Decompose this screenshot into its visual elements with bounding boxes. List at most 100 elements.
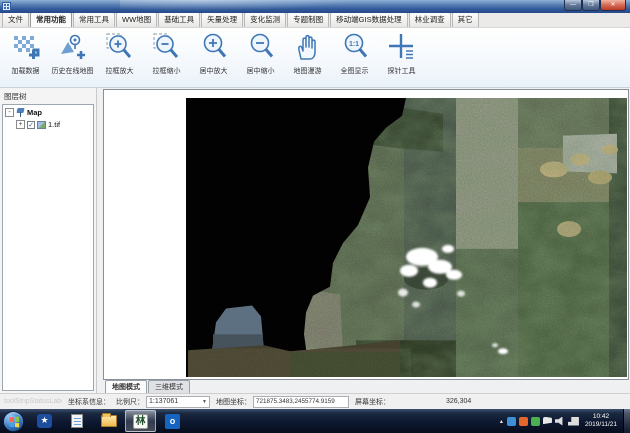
minimize-button[interactable]: — [564, 0, 582, 11]
map-node-icon [16, 108, 25, 117]
screen-coord-value: 326,304 [446, 398, 471, 405]
scale-dropdown[interactable]: 1:137061 ▼ [146, 396, 210, 408]
taskbar-app-explorer[interactable] [93, 410, 124, 432]
tray-input-method-icon[interactable] [519, 417, 528, 426]
status-bar: toolStripStatusLabel1 坐标系信息： 比例尺： 1:1370… [0, 393, 630, 409]
tool-label: 加载数据 [12, 66, 40, 76]
taskbar-app-document[interactable] [61, 410, 92, 432]
system-tray: ▴ 10:42 2019/11/21 [500, 409, 630, 433]
scale-value: 1:137061 [149, 398, 178, 405]
tab-map-mode[interactable]: 地图模式 [105, 380, 147, 393]
satellite-raster [104, 90, 628, 379]
main-area: 图层树 - Map + ✓ 1.tif [0, 88, 630, 393]
layer-tree[interactable]: - Map + ✓ 1.tif [2, 104, 94, 391]
tab-common-tools[interactable]: 常用工具 [73, 12, 115, 27]
taskbar-clock[interactable]: 10:42 2019/11/21 [585, 413, 617, 429]
taskbar-app-star[interactable]: ★ [29, 410, 60, 432]
tree-node-map[interactable]: - Map [5, 108, 91, 117]
clock-date: 2019/11/21 [585, 421, 617, 429]
tab-change-monitoring[interactable]: 变化监测 [244, 12, 286, 27]
load-data-icon [11, 32, 41, 64]
taskbar-app-o[interactable]: o [157, 410, 188, 432]
start-button[interactable] [3, 411, 24, 432]
document-icon [71, 414, 83, 428]
layer-panel: 图层树 - Map + ✓ 1.tif [0, 88, 97, 393]
chevron-down-icon[interactable]: ▼ [202, 399, 207, 405]
collapse-icon[interactable]: - [5, 108, 14, 117]
tab-mobile-gis-processing[interactable]: 移动端GIS数据处理 [330, 12, 407, 27]
tab-common-functions[interactable]: 常用功能 [30, 12, 72, 27]
center-zoom-out-button[interactable]: 居中缩小 [237, 30, 284, 87]
tree-node-label: Map [27, 108, 42, 117]
network-icon[interactable] [568, 417, 579, 426]
taskbar-app-gis[interactable]: 林 [125, 410, 156, 432]
ribbon-tab-bar: 文件 常用功能 常用工具 WW地图 基础工具 矢量处理 变化监测 专题制图 移动… [0, 13, 630, 28]
scale-label: 比例尺： [116, 397, 144, 407]
tab-basic-tools[interactable]: 基础工具 [158, 12, 200, 27]
box-zoom-in-icon [105, 32, 135, 64]
expand-icon[interactable]: + [16, 120, 25, 129]
coord-sys-label: 坐标系信息： [68, 397, 110, 407]
tool-label: 居中缩小 [247, 66, 275, 76]
maximize-button[interactable]: ❐ [582, 0, 600, 11]
title-bar: — ❐ ✕ [0, 0, 630, 13]
full-extent-button[interactable]: 1:1 全图显示 [331, 30, 378, 87]
history-online-map-icon [58, 32, 88, 64]
pan-button[interactable]: 地图漫游 [284, 30, 331, 87]
tool-label: 居中放大 [200, 66, 228, 76]
folder-icon [101, 415, 117, 427]
probe-icon [387, 32, 417, 64]
layer-checkbox[interactable]: ✓ [27, 121, 35, 129]
windows-logo-icon [9, 416, 19, 427]
tool-label: 历史在线地图 [52, 66, 94, 76]
forestry-app-icon: 林 [133, 414, 148, 429]
full-extent-icon: 1:1 [340, 32, 370, 64]
tool-label: 地图漫游 [294, 66, 322, 76]
map-coord-label: 地图坐标： [216, 397, 251, 407]
tool-label: 探针工具 [388, 66, 416, 76]
tab-vector-processing[interactable]: 矢量处理 [201, 12, 243, 27]
svg-text:1:1: 1:1 [348, 41, 358, 48]
windows-taskbar: ★ 林 o ▴ 10:42 2019/11/21 [0, 409, 630, 433]
app-window-icon [2, 2, 11, 11]
action-center-flag-icon[interactable] [543, 417, 552, 426]
hidden-icons-arrow[interactable]: ▴ [500, 418, 503, 425]
tree-node-label: 1.tif [48, 120, 60, 129]
tool-label: 全图显示 [341, 66, 369, 76]
star-bubble-icon: ★ [37, 414, 52, 428]
layer-panel-title: 图层树 [0, 88, 96, 104]
volume-icon[interactable] [555, 417, 565, 426]
tab-forestry-survey[interactable]: 林业调查 [409, 12, 451, 27]
tab-3d-mode[interactable]: 三维模式 [148, 380, 190, 393]
box-zoom-out-icon [152, 32, 182, 64]
center-zoom-in-button[interactable]: 居中放大 [190, 30, 237, 87]
map-container: 地图模式 三维模式 [97, 88, 630, 393]
close-button[interactable]: ✕ [600, 0, 626, 11]
application-window: — ❐ ✕ 文件 常用功能 常用工具 WW地图 基础工具 矢量处理 变化监测 专… [0, 0, 630, 433]
map-canvas[interactable] [103, 89, 629, 380]
tool-label: 拉框缩小 [153, 66, 181, 76]
center-zoom-in-icon [199, 32, 229, 64]
load-data-button[interactable]: 加载数据 [2, 30, 49, 87]
pan-hand-icon [293, 32, 323, 64]
center-zoom-out-icon [246, 32, 276, 64]
tab-ww-map[interactable]: WW地图 [116, 12, 157, 27]
status-placeholder-label: toolStripStatusLabel1 [4, 398, 62, 405]
tab-file[interactable]: 文件 [2, 12, 29, 27]
tab-thematic-mapping[interactable]: 专题制图 [287, 12, 329, 27]
tray-blue-app-icon[interactable] [507, 417, 516, 426]
history-online-map-button[interactable]: 历史在线地图 [49, 30, 96, 87]
clock-time: 10:42 [585, 413, 617, 421]
box-zoom-out-button[interactable]: 拉框缩小 [143, 30, 190, 87]
tab-other[interactable]: 其它 [452, 12, 479, 27]
map-mode-tabstrip: 地图模式 三维模式 [103, 380, 629, 393]
screen-coord-label: 屏幕坐标： [355, 397, 390, 407]
tray-security-icon[interactable] [531, 417, 540, 426]
raster-layer-icon [37, 121, 46, 129]
box-zoom-in-button[interactable]: 拉框放大 [96, 30, 143, 87]
tool-label: 拉框放大 [106, 66, 134, 76]
tree-node-layer[interactable]: + ✓ 1.tif [16, 120, 91, 129]
show-desktop-button[interactable] [623, 409, 630, 433]
probe-tool-button[interactable]: 探针工具 [378, 30, 425, 87]
map-coord-value: 721875.3483,2455774.9159 [253, 396, 349, 408]
